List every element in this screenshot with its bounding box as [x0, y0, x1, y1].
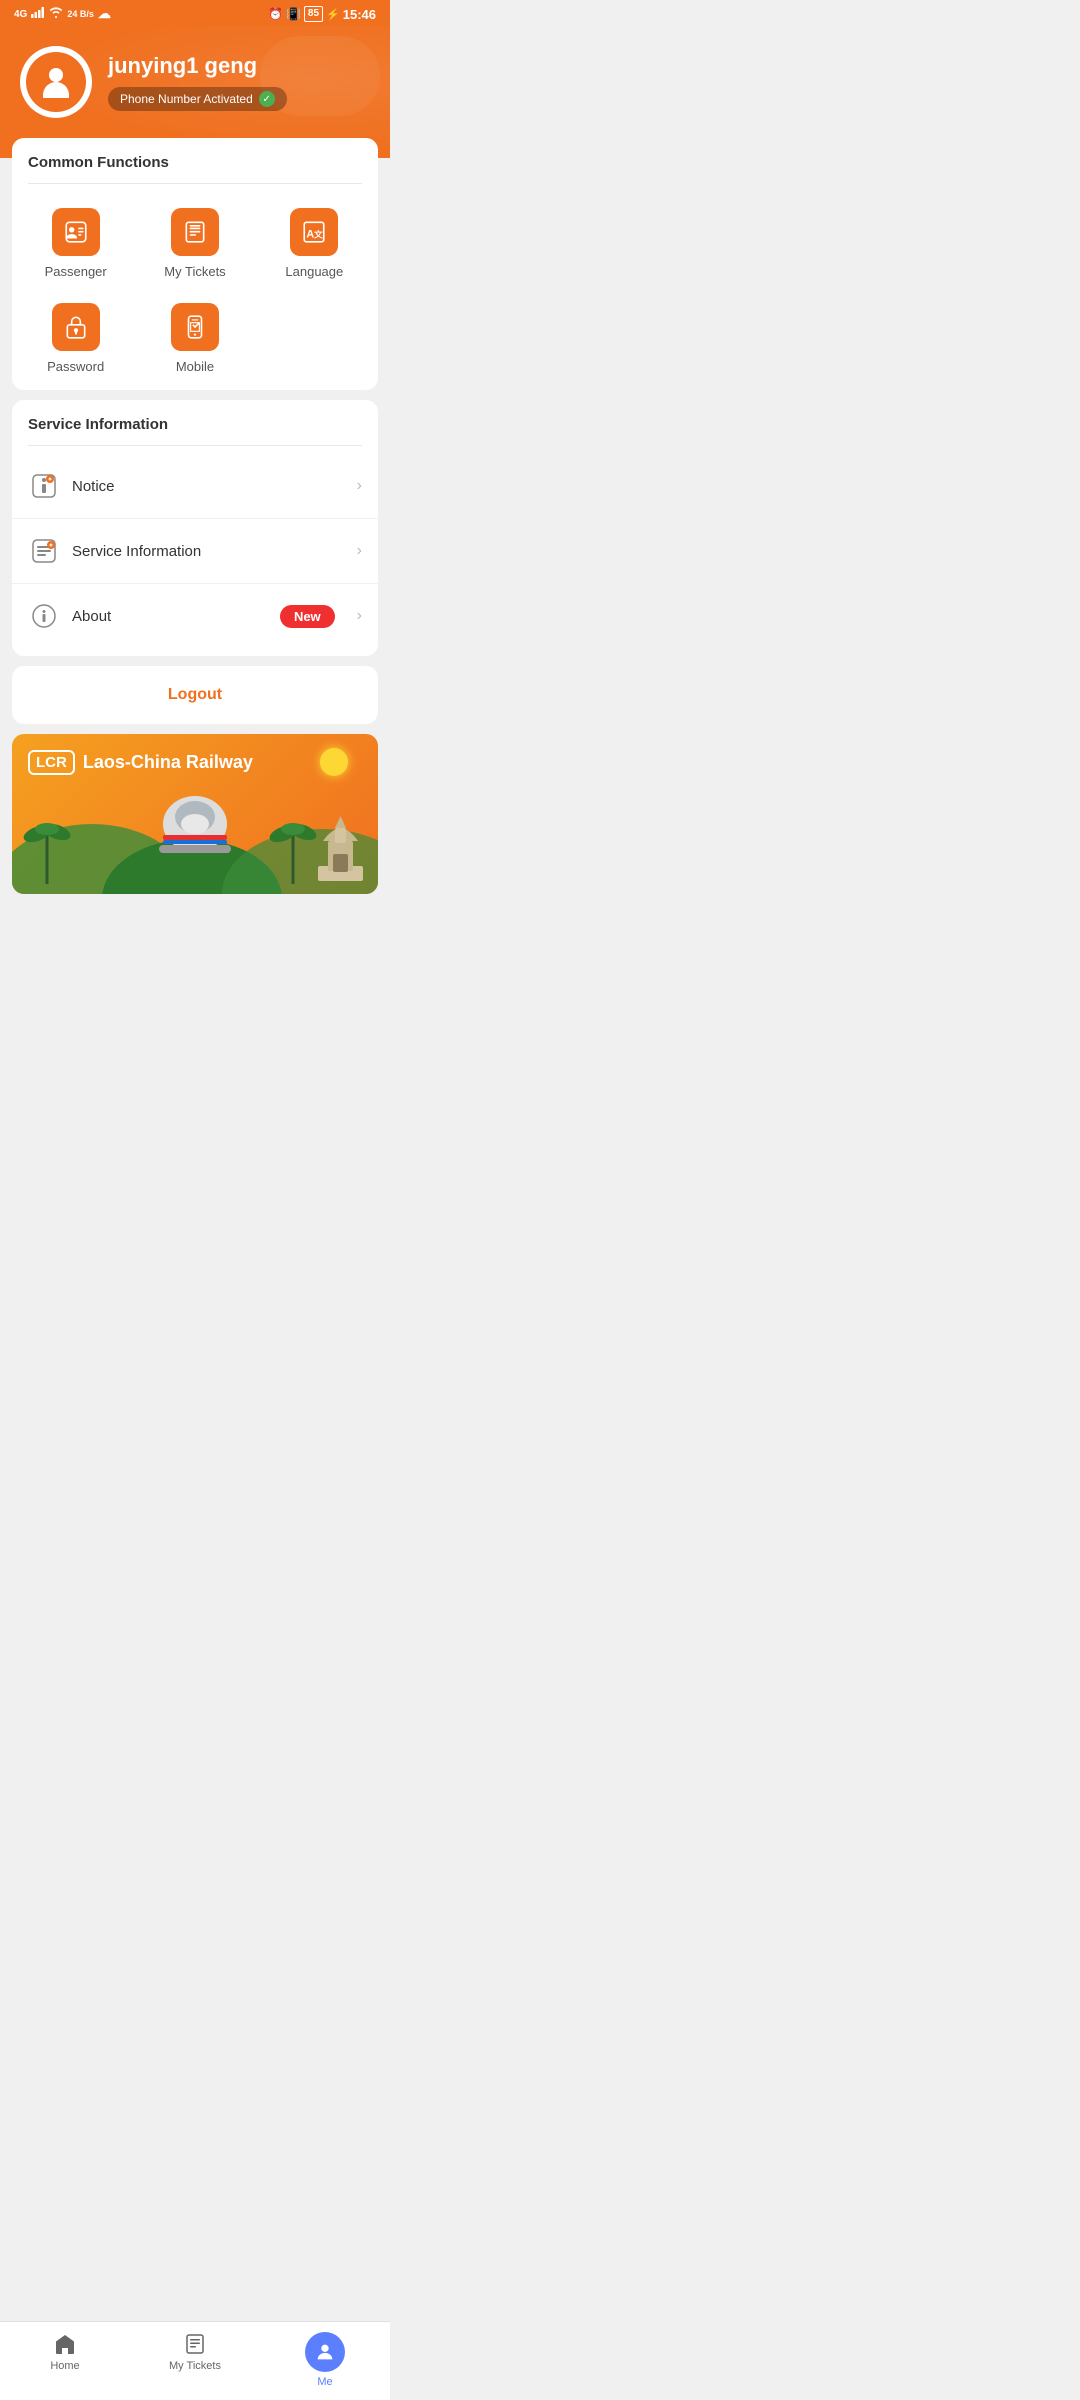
phone-status-text: Phone Number Activated	[120, 92, 253, 106]
palm-left	[22, 804, 72, 884]
functions-grid: Passenger My Tickets A 文	[12, 184, 378, 390]
nav-me[interactable]: Me	[260, 2322, 390, 2400]
signal-icon: 4G	[14, 9, 27, 20]
check-circle-icon: ✓	[259, 91, 275, 107]
person-icon	[40, 66, 72, 98]
function-item-my-tickets[interactable]: My Tickets	[139, 200, 250, 287]
logout-card[interactable]: Logout	[12, 666, 378, 724]
svg-text:文: 文	[313, 228, 323, 239]
service-item-about[interactable]: About New ›	[12, 584, 378, 648]
my-tickets-nav-label: My Tickets	[169, 2360, 221, 2372]
language-icon: A 文	[301, 219, 327, 245]
notice-chevron: ›	[357, 477, 362, 495]
me-icon	[314, 2341, 336, 2363]
alarm-icon: ⏰	[268, 7, 283, 21]
service-info-label: Service Information	[72, 543, 341, 560]
avatar[interactable]	[20, 46, 92, 118]
home-icon	[53, 2332, 77, 2356]
function-item-password[interactable]: Password	[20, 295, 131, 382]
me-nav-label: Me	[317, 2376, 332, 2388]
common-functions-card: Common Functions Passenger	[12, 138, 378, 390]
service-info-chevron: ›	[357, 542, 362, 560]
new-badge: New	[280, 605, 335, 628]
function-item-language[interactable]: A 文 Language	[259, 200, 370, 287]
phone-status-badge: Phone Number Activated ✓	[108, 87, 287, 111]
function-item-mobile[interactable]: Mobile	[139, 295, 250, 382]
about-icon	[30, 602, 58, 630]
wifi-icon	[49, 7, 63, 21]
notice-icon	[30, 472, 58, 500]
train-decoration	[155, 789, 235, 864]
about-icon-wrap	[28, 600, 60, 632]
service-info-icon	[30, 537, 58, 565]
service-item-notice[interactable]: Notice ›	[12, 454, 378, 519]
banner-title: Laos-China Railway	[83, 752, 253, 773]
service-item-service-info[interactable]: Service Information ›	[12, 519, 378, 584]
function-item-passenger[interactable]: Passenger	[20, 200, 131, 287]
language-icon-bg: A 文	[290, 208, 338, 256]
bottom-nav: Home My Tickets Me	[0, 2321, 390, 2400]
service-info-title: Service Information	[12, 400, 378, 433]
lcr-logo-box: LCR	[28, 750, 75, 775]
me-icon-circle	[305, 2332, 345, 2372]
cloud-icon: ☁	[98, 6, 111, 22]
service-info-icon-wrap	[28, 535, 60, 567]
nav-my-tickets[interactable]: My Tickets	[130, 2322, 260, 2400]
user-row: junying1 geng Phone Number Activated ✓	[20, 46, 370, 118]
mobile-label: Mobile	[176, 359, 214, 374]
status-bar: 4G 24 B/s ☁ ⏰ 📳 85 ⚡ 15:46	[0, 0, 390, 26]
nav-home[interactable]: Home	[0, 2322, 130, 2400]
logout-button[interactable]: Logout	[168, 686, 222, 703]
passenger-icon-bg	[52, 208, 100, 256]
train-svg	[155, 789, 235, 859]
passenger-icon	[63, 219, 89, 245]
about-chevron: ›	[357, 607, 362, 625]
password-icon	[63, 314, 89, 340]
avatar-inner	[26, 52, 86, 112]
vibrate-icon: 📳	[286, 7, 301, 21]
status-right: ⏰ 📳 85 ⚡ 15:46	[268, 6, 376, 22]
signal-bars	[31, 7, 45, 21]
home-nav-label: Home	[50, 2360, 79, 2372]
data-speed: 24 B/s	[67, 9, 94, 19]
notice-label: Notice	[72, 478, 341, 495]
common-functions-title: Common Functions	[12, 138, 378, 171]
mobile-icon	[182, 314, 208, 340]
status-left: 4G 24 B/s ☁	[14, 6, 111, 22]
my-tickets-nav-icon	[183, 2332, 207, 2356]
monument	[313, 806, 368, 886]
time: 15:46	[343, 7, 376, 22]
about-label: About	[72, 608, 268, 625]
notice-icon-wrap	[28, 470, 60, 502]
my-tickets-label: My Tickets	[164, 264, 225, 279]
passenger-label: Passenger	[45, 264, 107, 279]
my-tickets-icon	[182, 219, 208, 245]
sun-icon	[320, 748, 348, 776]
my-tickets-icon-bg	[171, 208, 219, 256]
charging-icon: ⚡	[326, 8, 340, 21]
user-name: junying1 geng	[108, 53, 287, 79]
user-info: junying1 geng Phone Number Activated ✓	[108, 53, 287, 111]
palm-right	[268, 804, 318, 884]
battery-icon: 85	[304, 6, 323, 22]
service-list: Notice › Service Information ›	[12, 446, 378, 656]
password-label: Password	[47, 359, 104, 374]
lcr-banner[interactable]: LCR Laos-China Railway	[12, 734, 378, 894]
password-icon-bg	[52, 303, 100, 351]
mobile-icon-bg	[171, 303, 219, 351]
service-information-card: Service Information Notice ›	[12, 400, 378, 656]
banner-logo-area: LCR Laos-China Railway	[28, 750, 253, 775]
language-label: Language	[285, 264, 343, 279]
